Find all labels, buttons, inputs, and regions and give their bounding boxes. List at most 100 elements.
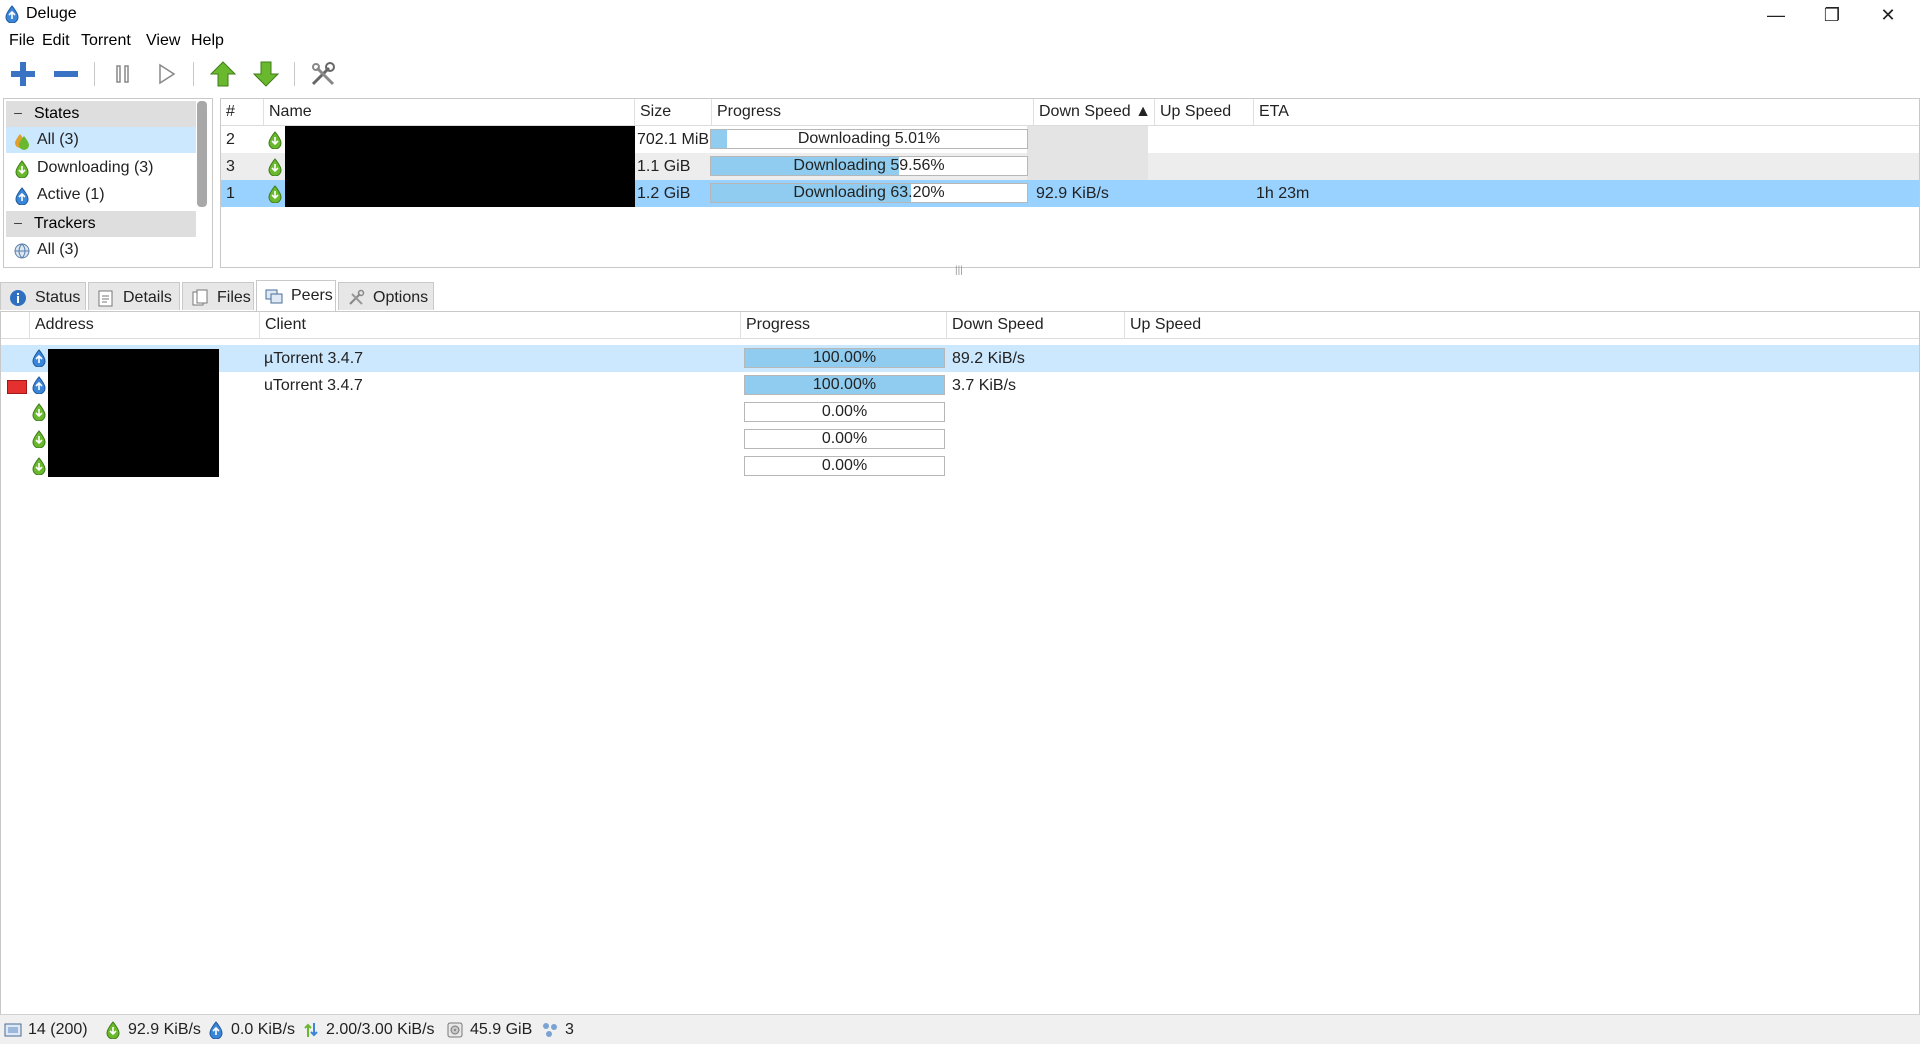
download-speed-text: 92.9 KiB/s xyxy=(128,1021,201,1038)
column-eta[interactable]: ETA xyxy=(1254,99,1919,125)
torrent-row[interactable]: 2 702.1 MiB Downloading 5.01% xyxy=(221,126,1919,153)
peer-row[interactable]: 0.00% xyxy=(1,426,1919,453)
trackers-header[interactable]: – Trackers xyxy=(6,211,196,237)
toolbar-separator xyxy=(193,62,194,86)
window-title: Deluge xyxy=(26,5,77,22)
torrent-size: 702.1 MiB xyxy=(637,131,710,148)
resume-button[interactable] xyxy=(150,58,182,90)
files-icon xyxy=(192,289,208,306)
preferences-button[interactable] xyxy=(307,58,339,90)
column-peer-progress[interactable]: Progress xyxy=(741,312,947,338)
sidebar-item-all-states[interactable]: All (3) xyxy=(6,127,196,153)
tab-label: Peers xyxy=(291,287,333,304)
torrent-size: 1.2 GiB xyxy=(637,185,691,202)
column-progress[interactable]: Progress xyxy=(712,99,1034,125)
progress-text: Downloading 63.20% xyxy=(793,184,945,201)
column-peer-down-speed[interactable]: Down Speed xyxy=(947,312,1125,338)
free-space-status[interactable]: 45.9 GiB xyxy=(446,1021,532,1039)
minimize-button[interactable]: — xyxy=(1748,0,1804,30)
tab-files[interactable]: Files xyxy=(182,282,254,310)
restore-button[interactable]: ❐ xyxy=(1804,0,1860,30)
globe-icon xyxy=(14,243,30,259)
add-torrent-button[interactable] xyxy=(7,58,39,90)
peer-upload-icon xyxy=(31,349,47,367)
peer-progress-bar: 0.00% xyxy=(744,402,945,422)
status-bar: 14 (200) 92.9 KiB/s 0.0 KiB/s 2.00/3.00 … xyxy=(0,1014,1920,1044)
queue-up-button[interactable] xyxy=(207,58,239,90)
tab-status[interactable]: Status xyxy=(0,282,86,310)
upload-speed-text: 0.0 KiB/s xyxy=(231,1021,296,1038)
download-speed-status[interactable]: 92.9 KiB/s xyxy=(104,1021,201,1039)
column-size[interactable]: Size xyxy=(635,99,712,125)
protocol-traffic-status[interactable]: 2.00/3.00 KiB/s xyxy=(302,1021,435,1039)
active-icon xyxy=(14,187,30,205)
details-icon xyxy=(98,290,113,307)
pane-resize-grip[interactable]: ||| xyxy=(955,266,965,276)
torrent-list-header: # Name Size Progress Down Speed ▲ Up Spe… xyxy=(221,99,1919,126)
torrent-number: 2 xyxy=(226,131,235,148)
menu-view[interactable]: View xyxy=(146,32,180,50)
peer-row-selected[interactable]: µTorrent 3.4.7 100.00% 89.2 KiB/s xyxy=(1,345,1919,372)
peer-download-icon xyxy=(31,430,47,448)
sidebar-item-downloading[interactable]: Downloading (3) xyxy=(6,155,196,181)
torrent-progress-bar: Downloading 63.20% xyxy=(710,183,1028,203)
torrent-down-speed xyxy=(1034,153,1155,180)
tab-details[interactable]: Details xyxy=(88,282,180,310)
peer-progress-bar: 0.00% xyxy=(744,456,945,476)
peer-row[interactable]: 0.00% xyxy=(1,399,1919,426)
protocol-traffic-text: 2.00/3.00 KiB/s xyxy=(326,1021,435,1038)
peer-row[interactable]: uTorrent 3.4.7 100.00% 3.7 KiB/s xyxy=(1,372,1919,399)
column-flag[interactable] xyxy=(1,312,30,338)
upload-icon xyxy=(207,1021,225,1039)
all-states-icon xyxy=(14,132,30,150)
torrent-number: 1 xyxy=(226,185,235,202)
collapse-icon[interactable]: – xyxy=(12,105,24,119)
free-space-text: 45.9 GiB xyxy=(470,1021,533,1038)
menu-torrent[interactable]: Torrent xyxy=(81,32,131,50)
redacted-addresses xyxy=(48,349,219,477)
download-icon xyxy=(104,1021,122,1039)
column-number[interactable]: # xyxy=(221,99,264,125)
collapse-icon[interactable]: – xyxy=(12,215,24,229)
menu-file[interactable]: File xyxy=(9,32,35,50)
arrow-down-icon xyxy=(252,61,280,87)
upload-speed-status[interactable]: 0.0 KiB/s xyxy=(207,1021,295,1039)
peer-row[interactable]: 0.00% xyxy=(1,453,1919,480)
deluge-logo-icon xyxy=(4,5,20,23)
column-client[interactable]: Client xyxy=(260,312,741,338)
dht-nodes-status[interactable]: 3 xyxy=(541,1021,574,1039)
torrent-eta xyxy=(1254,126,1454,153)
country-flag-icon xyxy=(7,380,27,394)
torrent-eta: 1h 23m xyxy=(1256,185,1310,202)
torrent-up-speed xyxy=(1155,180,1254,207)
torrent-row-selected[interactable]: 1 1.2 GiB Downloading 63.20% 92.9 KiB/s … xyxy=(221,180,1919,207)
connections-icon xyxy=(4,1023,22,1037)
menu-help[interactable]: Help xyxy=(191,32,224,50)
column-up-speed[interactable]: Up Speed xyxy=(1155,99,1254,125)
connections-status[interactable]: 14 (200) xyxy=(4,1021,88,1039)
column-address[interactable]: Address xyxy=(30,312,260,338)
column-peer-up-speed[interactable]: Up Speed xyxy=(1125,312,1919,338)
tools-icon xyxy=(311,62,335,86)
tab-options[interactable]: Options xyxy=(338,282,434,310)
peer-progress-bar: 100.00% xyxy=(744,348,945,368)
column-down-speed[interactable]: Down Speed ▲ xyxy=(1034,99,1155,125)
sidebar-item-label: Downloading (3) xyxy=(37,159,154,176)
sidebar-scrollbar[interactable] xyxy=(197,101,207,207)
sidebar-item-active[interactable]: Active (1) xyxy=(6,182,196,208)
connections-text: 14 (200) xyxy=(28,1021,88,1038)
torrent-row[interactable]: 3 1.1 GiB Downloading 59.56% xyxy=(221,153,1919,180)
remove-torrent-button[interactable] xyxy=(50,58,82,90)
tab-peers[interactable]: Peers xyxy=(256,280,336,312)
sidebar-item-all-trackers[interactable]: All (3) xyxy=(6,237,196,263)
tab-label: Options xyxy=(373,289,429,306)
downloading-icon xyxy=(267,131,283,149)
toolbar-separator xyxy=(294,62,295,86)
menu-edit[interactable]: Edit xyxy=(42,32,70,50)
queue-down-button[interactable] xyxy=(250,58,282,90)
column-name[interactable]: Name xyxy=(264,99,635,125)
states-header[interactable]: – States xyxy=(6,101,196,127)
close-button[interactable]: ✕ xyxy=(1860,0,1916,30)
arrow-up-icon xyxy=(209,61,237,87)
pause-button[interactable] xyxy=(107,58,139,90)
